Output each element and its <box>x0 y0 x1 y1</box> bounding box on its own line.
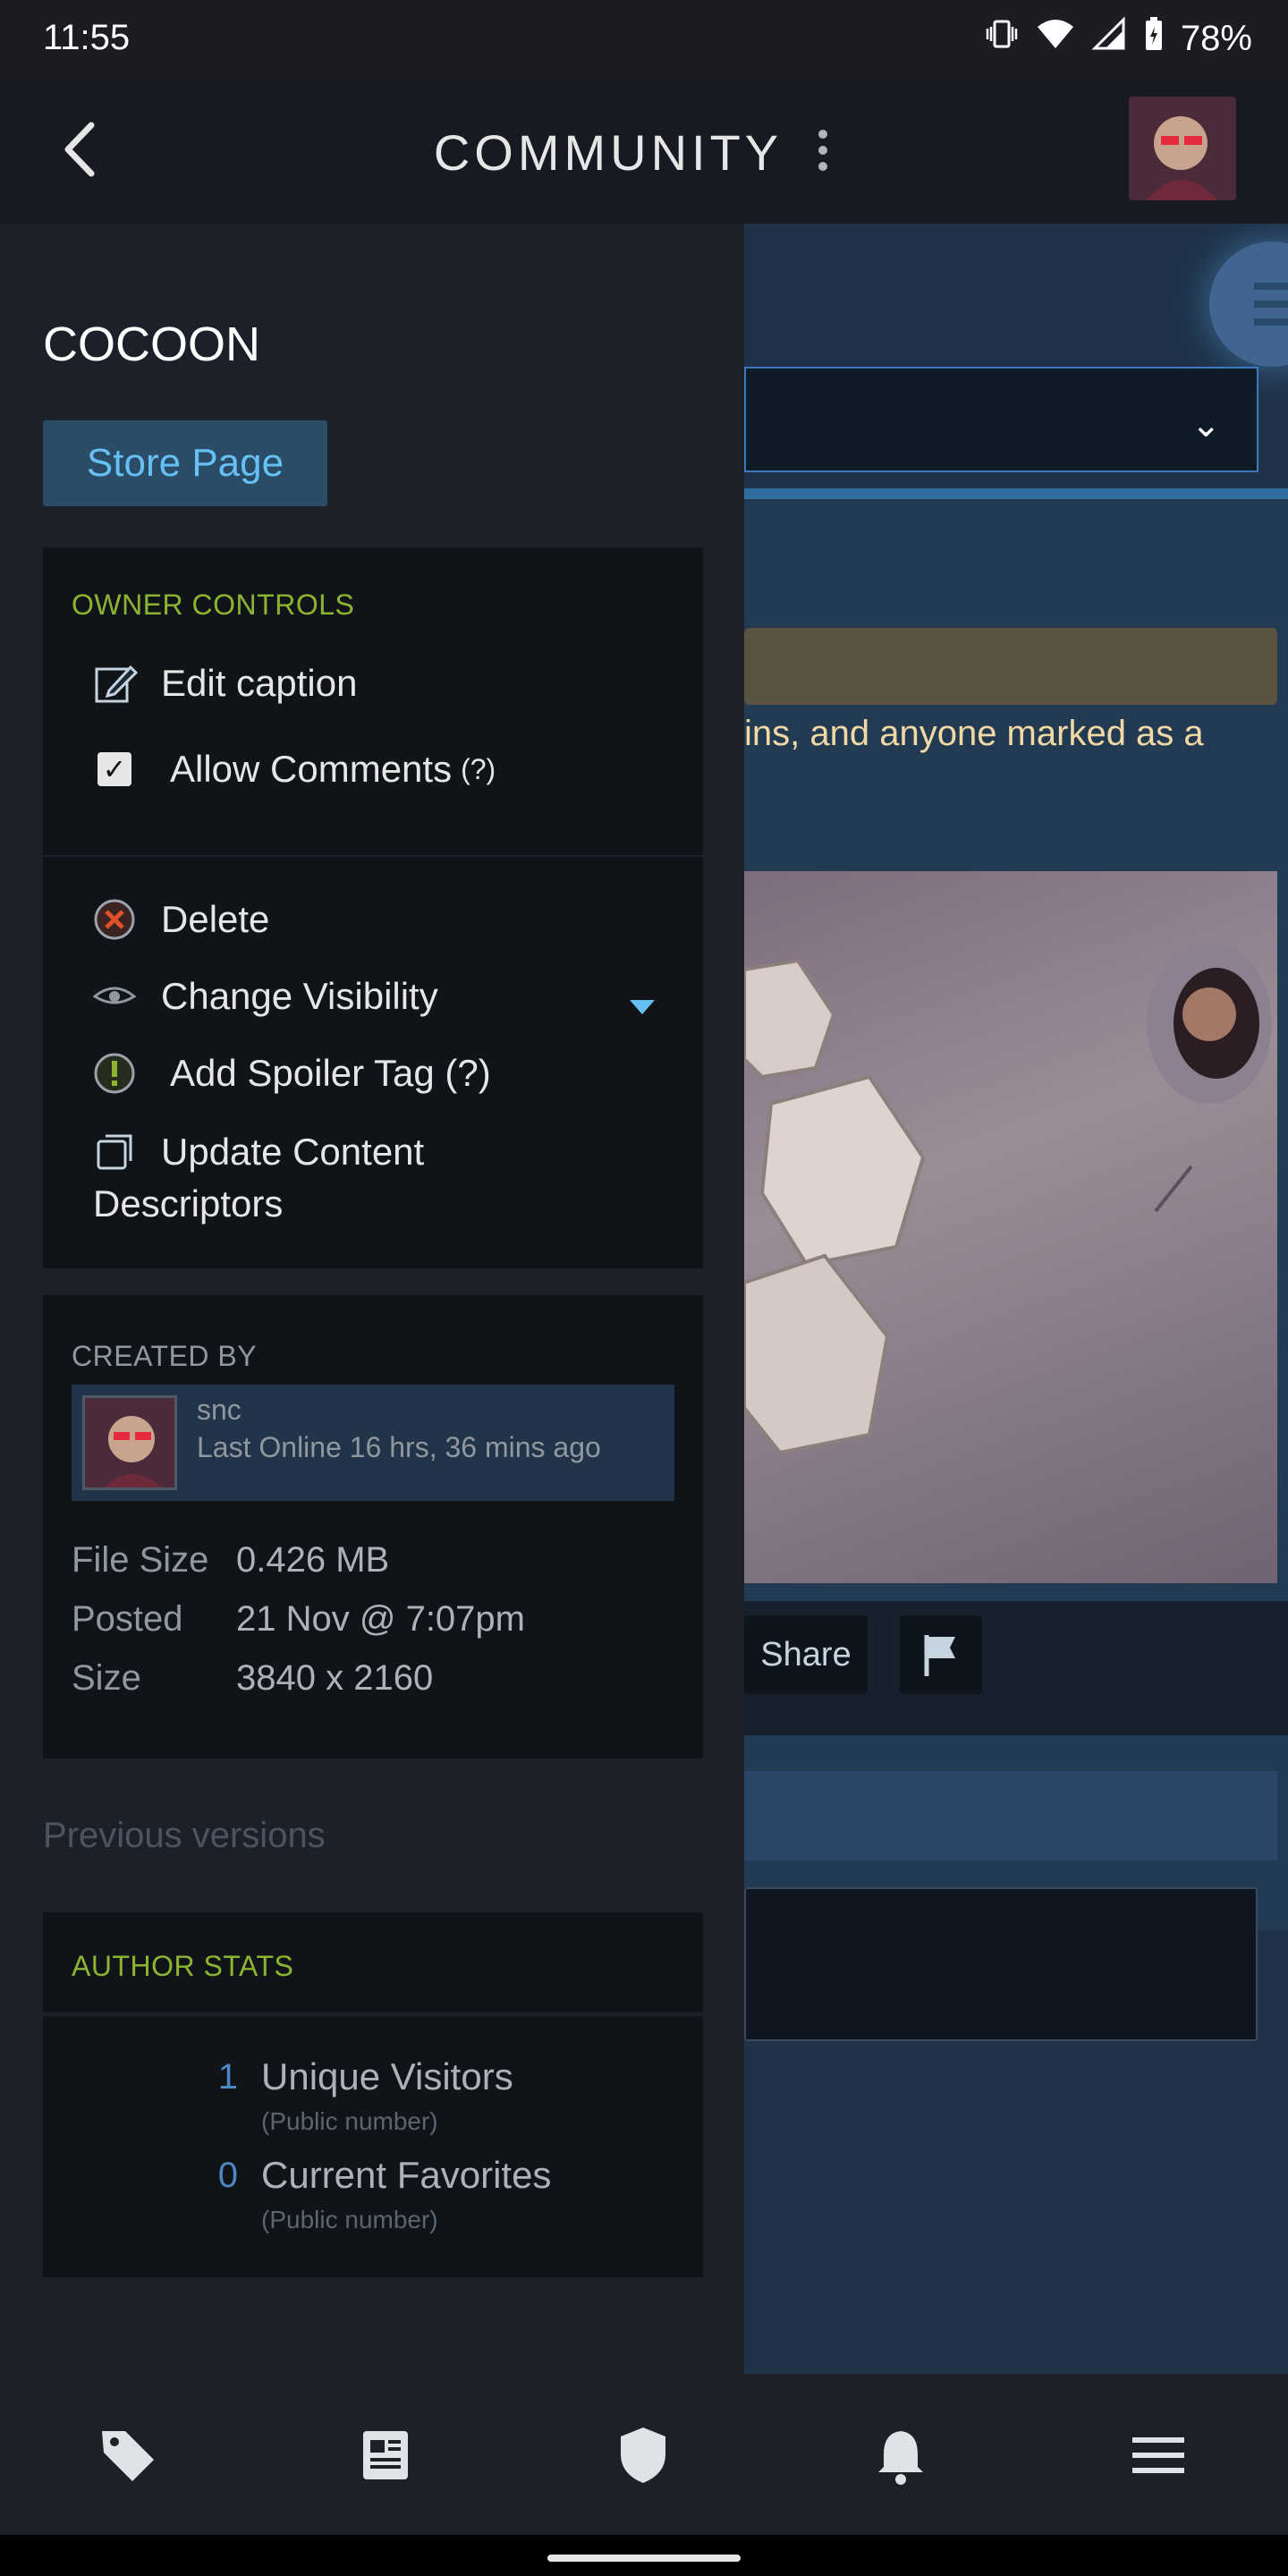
nav-store[interactable] <box>97 2424 159 2487</box>
app-bar: COMMUNITY <box>0 79 1288 224</box>
status-bar: 11:55 78% <box>0 0 1288 79</box>
unique-visitors-note: (Public number) <box>261 2107 438 2135</box>
bg-menu-button[interactable] <box>1209 242 1288 367</box>
file-size-label: File Size <box>72 1540 209 1580</box>
change-visibility-label: Change Visibility <box>161 975 438 1017</box>
flag-icon <box>924 1635 955 1676</box>
allow-comments-toggle[interactable]: ✓ Allow Comments (?) <box>91 746 496 792</box>
favorites-count: 0 <box>217 2156 238 2195</box>
size-label: Size <box>72 1658 141 1698</box>
status-icons: 78% <box>984 16 1252 61</box>
allow-comments-checkbox[interactable]: ✓ <box>91 746 138 792</box>
store-page-button[interactable]: Store Page <box>43 420 327 506</box>
allow-comments-help[interactable]: (?) <box>461 753 496 786</box>
nav-guard[interactable] <box>612 2424 674 2487</box>
created-by-panel: CREATED BY snc Last Online 16 hrs, 36 mi… <box>43 1295 703 1758</box>
nav-notifications[interactable] <box>869 2424 932 2487</box>
edit-caption-label: Edit caption <box>161 662 358 704</box>
bg-warning-text: ins, and anyone marked as a <box>744 714 1204 753</box>
status-time: 11:55 <box>43 18 131 57</box>
owner-actions-panel: Delete Change Visibility Add Spoiler Tag… <box>43 857 703 1268</box>
file-size-value: 0.426 MB <box>236 1540 390 1580</box>
battery-percent: 78% <box>1180 18 1252 58</box>
nav-menu[interactable] <box>1127 2424 1190 2487</box>
delete-link[interactable]: Delete <box>91 896 269 943</box>
add-spoiler-tag-link[interactable]: Add Spoiler Tag (?) <box>91 1050 491 1097</box>
author-stats-header: AUTHOR STATS <box>43 1912 703 2012</box>
unique-visitors-count: 1 <box>217 2057 238 2097</box>
creator-card[interactable]: snc Last Online 16 hrs, 36 mins ago <box>72 1385 674 1501</box>
tag-icon <box>102 2431 154 2481</box>
update-descriptors-link[interactable]: Update Content <box>91 1129 424 1175</box>
owner-controls-heading: OWNER CONTROLS <box>72 589 355 621</box>
bg-divider <box>744 488 1288 499</box>
created-by-heading: CREATED BY <box>72 1340 258 1372</box>
avatar-image <box>1129 97 1236 200</box>
eye-icon <box>91 973 138 1020</box>
creator-last-online: Last Online 16 hrs, 36 mins ago <box>197 1431 601 1463</box>
bg-dropdown[interactable]: ⌄ <box>744 367 1258 472</box>
posted-value: 21 Nov @ 7:07pm <box>236 1599 525 1639</box>
screenshot-image[interactable] <box>744 871 1277 1583</box>
creator-avatar[interactable] <box>82 1395 177 1490</box>
game-title: COCOON <box>43 318 260 371</box>
bg-comment-input[interactable] <box>744 1887 1258 2041</box>
menu-icon <box>1132 2437 1184 2473</box>
chevron-down-icon: ⌄ <box>1191 405 1221 445</box>
wifi-icon <box>1036 16 1075 61</box>
size-value: 3840 x 2160 <box>236 1658 434 1698</box>
allow-comments-label: Allow Comments <box>170 748 453 790</box>
bottom-navigation <box>0 2374 1288 2535</box>
page-title: COMMUNITY <box>433 124 784 181</box>
hamburger-icon <box>1254 283 1288 326</box>
shield-icon <box>621 2428 665 2483</box>
gesture-bar <box>0 2535 1288 2576</box>
delete-icon <box>91 896 138 943</box>
edit-caption-link[interactable]: Edit caption <box>91 660 357 707</box>
edit-icon <box>91 660 138 707</box>
nav-news[interactable] <box>354 2424 417 2487</box>
update-descriptors-label-line2[interactable]: Descriptors <box>93 1182 283 1225</box>
bg-comment-header <box>744 1771 1277 1860</box>
avatar-image <box>85 1398 174 1487</box>
previous-versions-link[interactable]: Previous versions <box>43 1816 326 1856</box>
delete-label: Delete <box>161 898 270 940</box>
vibrate-icon <box>984 16 1020 61</box>
owner-controls-panel: OWNER CONTROLS Edit caption ✓ Allow Comm… <box>43 547 703 855</box>
author-stats-panel: 1 Unique Visitors (Public number) 0 Curr… <box>43 2016 703 2277</box>
home-gesture-handle[interactable] <box>547 2555 741 2562</box>
posted-label: Posted <box>72 1599 183 1639</box>
update-descriptors-label: Update Content <box>161 1131 425 1173</box>
share-button[interactable]: Share <box>744 1615 868 1694</box>
caret-down-icon <box>628 982 657 1025</box>
unique-visitors-label: Unique Visitors <box>261 2055 513 2097</box>
user-avatar[interactable] <box>1129 97 1236 200</box>
battery-icon <box>1143 16 1165 61</box>
author-stats-heading: AUTHOR STATS <box>72 1950 294 1982</box>
favorites-label: Current Favorites <box>261 2154 552 2196</box>
more-vert-icon <box>818 130 827 171</box>
signal-icon <box>1091 16 1127 61</box>
bell-icon <box>878 2431 923 2485</box>
copy-icon <box>91 1129 138 1175</box>
background-page: ⌄ ins, and anyone marked as a Share <box>744 224 1288 2374</box>
spoiler-warning-icon <box>91 1050 138 1097</box>
favorites-note: (Public number) <box>261 2206 438 2233</box>
creator-name[interactable]: snc <box>197 1394 242 1427</box>
news-icon <box>363 2431 408 2479</box>
overflow-menu-button[interactable] <box>805 123 841 177</box>
checkmark-icon: ✓ <box>97 752 131 786</box>
flag-button[interactable] <box>900 1615 982 1694</box>
bg-warning-bar <box>744 628 1277 705</box>
details-drawer: COCOON Store Page OWNER CONTROLS Edit ca… <box>0 224 744 2374</box>
add-spoiler-tag-label: Add Spoiler Tag (?) <box>170 1052 491 1094</box>
change-visibility-dropdown[interactable]: Change Visibility <box>91 973 664 1020</box>
